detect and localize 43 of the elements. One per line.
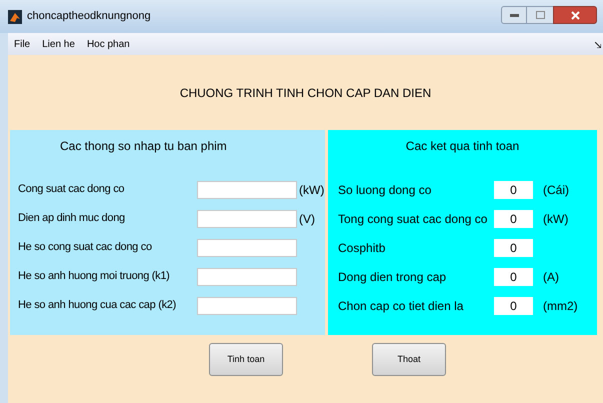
field-label: He so cong suat cac dong co xyxy=(18,240,153,256)
input-field[interactable] xyxy=(197,268,297,286)
unit-label: (V) xyxy=(299,210,315,228)
result-value: 0 xyxy=(494,268,533,286)
input-field[interactable] xyxy=(197,238,297,256)
result-value: 0 xyxy=(494,296,533,314)
result-label: Cosphitb xyxy=(338,240,386,256)
input-field[interactable] xyxy=(197,210,297,228)
result-value: 0 xyxy=(494,210,533,228)
maximize-button[interactable] xyxy=(527,6,553,24)
input-field[interactable] xyxy=(197,180,297,198)
action-button[interactable]: Thoat xyxy=(372,343,446,376)
result-value: 0 xyxy=(494,238,533,256)
maximize-icon xyxy=(536,11,544,19)
unit-label: (kW) xyxy=(299,182,324,198)
menu-item[interactable]: Lien he xyxy=(42,36,75,52)
minimize-button[interactable] xyxy=(501,6,527,24)
menu-item[interactable]: File xyxy=(14,36,30,52)
app-logo-icon xyxy=(8,10,22,24)
minimize-icon xyxy=(510,14,518,16)
panel-title: Cac thong so nhap tu ban phim xyxy=(60,138,228,155)
window-title: choncaptheodknungnong xyxy=(27,9,151,24)
close-button[interactable] xyxy=(553,6,597,24)
unit-label: (A) xyxy=(543,268,559,286)
arrow-icon xyxy=(595,42,601,48)
panel-title: Cac ket qua tinh toan xyxy=(406,138,520,155)
unit-label: (Cái) xyxy=(543,182,569,198)
result-label: Tong cong suat cac dong co xyxy=(338,210,488,228)
action-button[interactable]: Tinh toan xyxy=(209,343,283,376)
page-heading: CHUONG TRINH TINH CHON CAP DAN DIEN xyxy=(180,84,432,102)
field-label: Dien ap dinh muc dong xyxy=(18,211,126,226)
field-label: He so anh huong cua cac cap (k2) xyxy=(18,298,177,314)
close-icon xyxy=(570,10,580,20)
result-label: Dong dien trong cap xyxy=(338,268,448,286)
result-value: 0 xyxy=(494,180,533,198)
result-label: Chon cap co tiet dien la xyxy=(338,298,464,314)
menu-item[interactable]: Hoc phan xyxy=(86,36,130,52)
field-label: He so anh huong moi truong (k1) xyxy=(18,269,171,284)
input-field[interactable] xyxy=(197,296,297,314)
unit-label: (kW) xyxy=(543,210,568,228)
field-label: Cong suat cac dong co xyxy=(18,182,126,198)
result-label: So luong dong co xyxy=(338,182,432,198)
unit-label: (mm2) xyxy=(543,298,578,314)
